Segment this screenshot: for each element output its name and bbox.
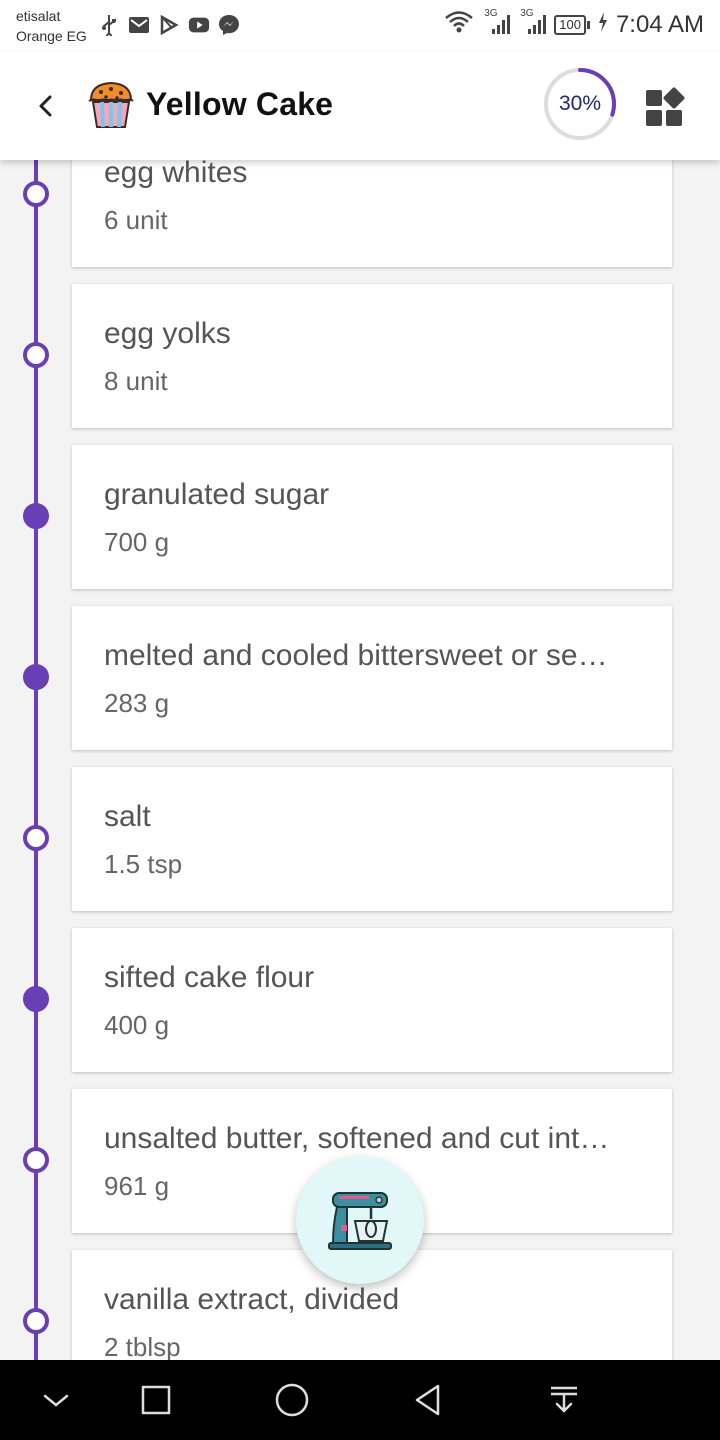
network-type-label: 3G (484, 7, 498, 19)
collapse-chevron-icon (43, 1394, 69, 1407)
messenger-icon (218, 14, 240, 36)
ingredient-name: salt (104, 800, 151, 833)
ingredient-quantity: 961 g (104, 1171, 170, 1201)
play-store-icon (158, 14, 180, 36)
ingredient-name: egg yolks (104, 317, 231, 350)
usb-icon (98, 14, 120, 36)
back-button[interactable] (26, 86, 66, 126)
ingredient-check-node[interactable] (23, 664, 49, 690)
ingredient-card[interactable]: salt 1.5 tsp (72, 767, 672, 911)
recents-square-icon (141, 1385, 171, 1415)
stand-mixer-icon (328, 1192, 392, 1250)
recents-button[interactable] (136, 1380, 176, 1420)
collapse-button[interactable] (36, 1380, 76, 1420)
notification-pull-button[interactable] (544, 1380, 584, 1420)
home-button[interactable] (272, 1380, 312, 1420)
ingredient-check-node[interactable] (23, 181, 49, 207)
ingredient-quantity: 1.5 tsp (104, 849, 183, 879)
ingredient-name: granulated sugar (104, 478, 330, 511)
carrier-label: etisalat Orange EG (16, 6, 87, 46)
signal-icon: 3G (518, 8, 547, 36)
back-arrow-icon (39, 95, 52, 117)
battery-level: 100 (554, 14, 586, 35)
network-type-label: 3G (520, 7, 534, 19)
ingredient-card[interactable]: melted and cooled bittersweet or se… 283… (72, 606, 672, 750)
back-triangle-icon (415, 1384, 440, 1416)
cupcake-icon (86, 78, 136, 130)
ingredient-quantity: 700 g (104, 527, 170, 557)
ingredient-quantity: 6 unit (104, 205, 168, 235)
battery-tip (586, 20, 590, 29)
dashboard-grid-icon (646, 87, 685, 126)
ingredient-name: unsalted butter, softened and cut int… (104, 1122, 610, 1155)
ingredient-name: egg whites (104, 160, 248, 189)
battery-icon: 100 (554, 14, 590, 35)
mixer-fab-button[interactable] (296, 1156, 424, 1284)
progress-indicator: 30% (542, 66, 618, 142)
youtube-icon (188, 14, 210, 36)
gmail-icon (128, 14, 150, 36)
ingredient-quantity: 400 g (104, 1010, 170, 1040)
status-bar: etisalat Orange EG 3G 3G 100 7:04 AM (0, 0, 720, 52)
carrier-line-1: etisalat (16, 8, 61, 24)
wifi-icon (444, 10, 474, 39)
ingredient-quantity: 8 unit (104, 366, 168, 396)
nav-back-button[interactable] (408, 1380, 448, 1420)
app-bar: Yellow Cake 30% (0, 52, 720, 160)
ingredient-check-node[interactable] (23, 986, 49, 1012)
ingredient-check-node[interactable] (23, 1308, 49, 1334)
home-circle-icon (275, 1383, 309, 1417)
charging-icon (598, 12, 608, 37)
ingredient-check-node[interactable] (23, 503, 49, 529)
ingredient-card[interactable]: granulated sugar 700 g (72, 445, 672, 589)
ingredient-quantity: 2 tblsp (104, 1332, 181, 1360)
system-status: 3G 3G 100 7:04 AM (444, 8, 704, 39)
ingredient-name: melted and cooled bittersweet or se… (104, 639, 608, 672)
clock: 7:04 AM (615, 10, 704, 38)
ingredient-check-node[interactable] (23, 1147, 49, 1173)
dashboard-button[interactable] (644, 86, 686, 128)
ingredient-check-node[interactable] (23, 342, 49, 368)
ingredient-card[interactable]: egg yolks 8 unit (72, 284, 672, 428)
ingredient-card[interactable]: egg whites 6 unit (72, 160, 672, 267)
ingredient-name: sifted cake flour (104, 961, 315, 994)
page-title: Yellow Cake (146, 86, 334, 122)
notification-icons (98, 14, 240, 36)
carrier-line-2: Orange EG (16, 28, 87, 44)
notification-pull-icon (551, 1386, 577, 1413)
signal-icon: 3G (482, 8, 511, 36)
ingredient-check-node[interactable] (23, 825, 49, 851)
ingredient-quantity: 283 g (104, 688, 170, 718)
timeline-line (34, 160, 38, 1360)
system-nav-bar (0, 1360, 720, 1440)
ingredient-card[interactable]: sifted cake flour 400 g (72, 928, 672, 1072)
progress-label: 30% (558, 92, 602, 115)
ingredient-name: vanilla extract, divided (104, 1283, 400, 1316)
